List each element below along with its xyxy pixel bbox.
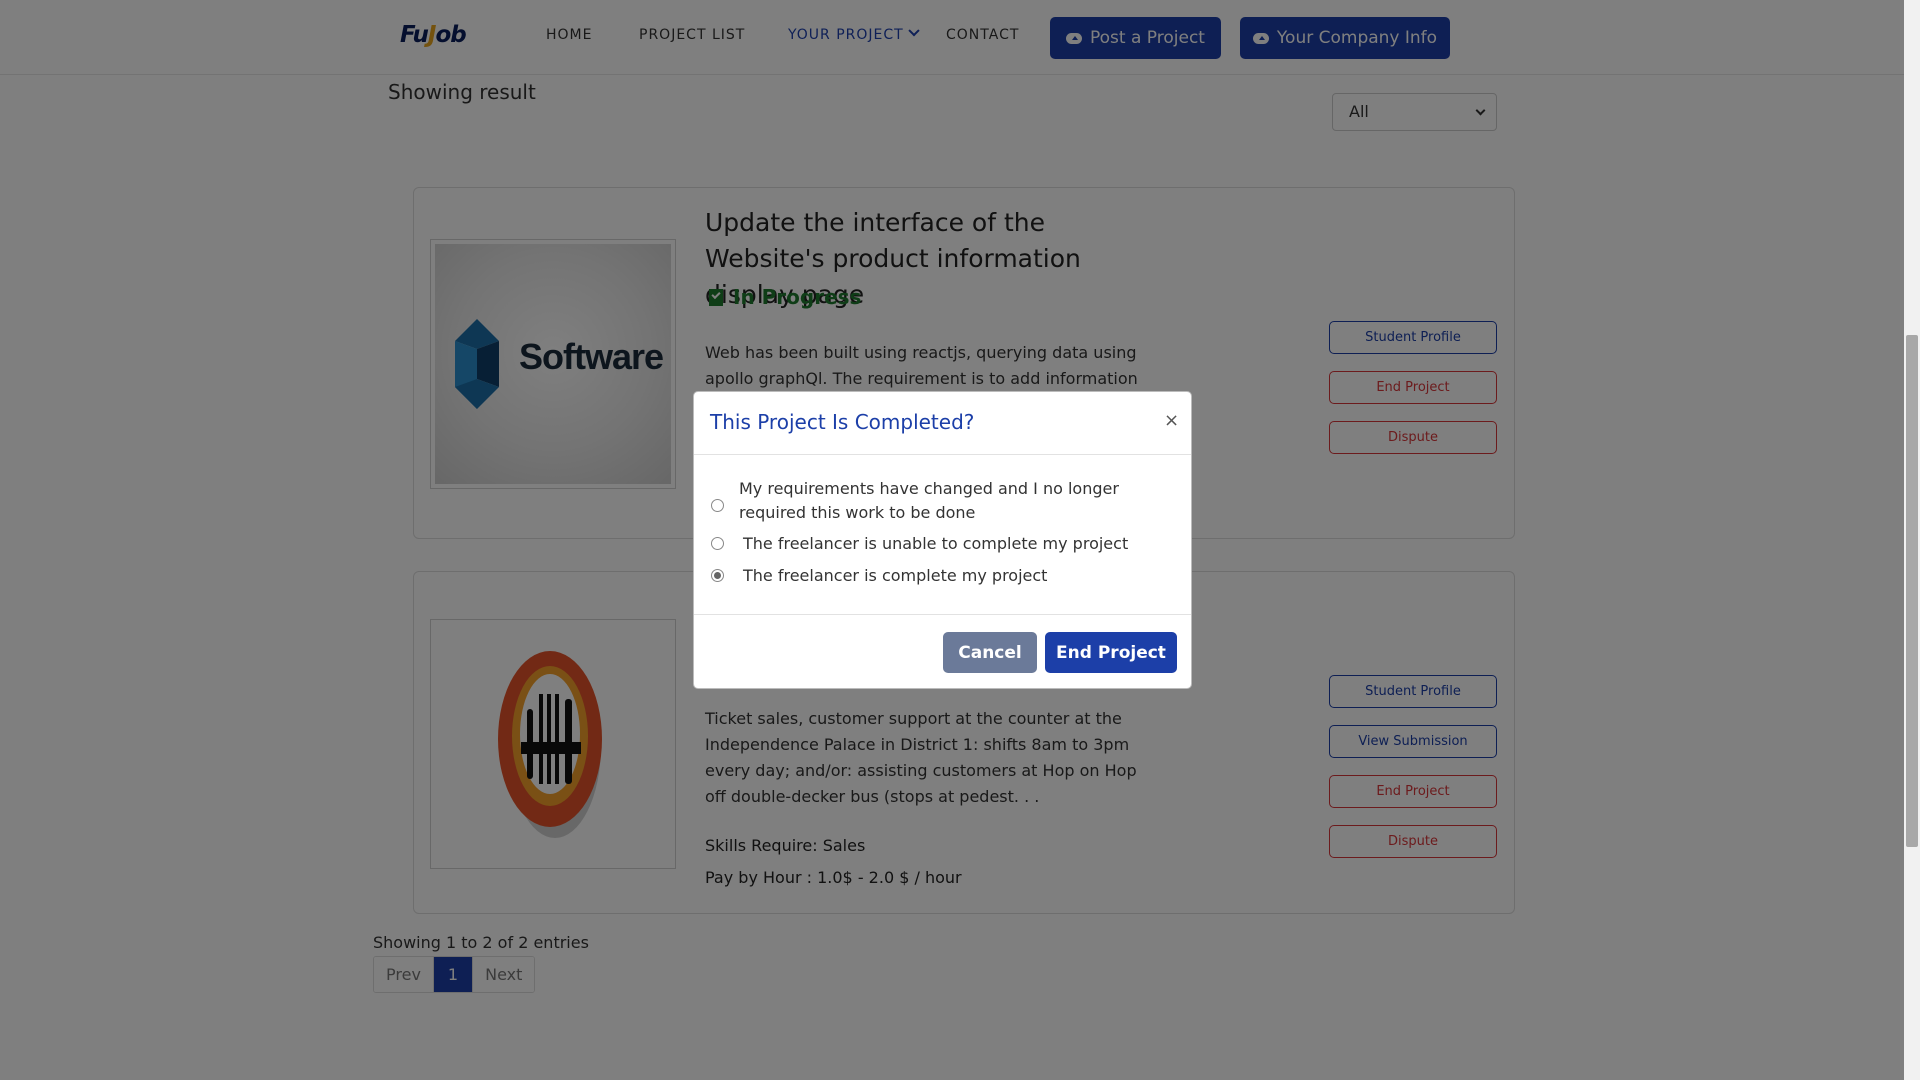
reason-radio-unable[interactable] bbox=[711, 537, 724, 550]
scrollbar-thumb[interactable] bbox=[1906, 335, 1918, 847]
reason-label-requirements-changed[interactable]: My requirements have changed and I no lo… bbox=[739, 477, 1179, 525]
reason-radio-requirements-changed[interactable] bbox=[711, 499, 724, 512]
cancel-button[interactable]: Cancel bbox=[943, 632, 1037, 673]
end-project-dialog: This Project Is Completed? × My requirem… bbox=[693, 391, 1192, 689]
dialog-divider bbox=[694, 614, 1191, 615]
close-icon[interactable]: × bbox=[1164, 410, 1179, 431]
reason-label-unable[interactable]: The freelancer is unable to complete my … bbox=[743, 532, 1128, 556]
reason-radio-complete[interactable] bbox=[711, 569, 724, 582]
dialog-title: This Project Is Completed? bbox=[710, 410, 975, 434]
dialog-divider bbox=[694, 454, 1191, 455]
confirm-end-project-button[interactable]: End Project bbox=[1045, 632, 1177, 673]
reason-label-complete[interactable]: The freelancer is complete my project bbox=[743, 564, 1047, 588]
